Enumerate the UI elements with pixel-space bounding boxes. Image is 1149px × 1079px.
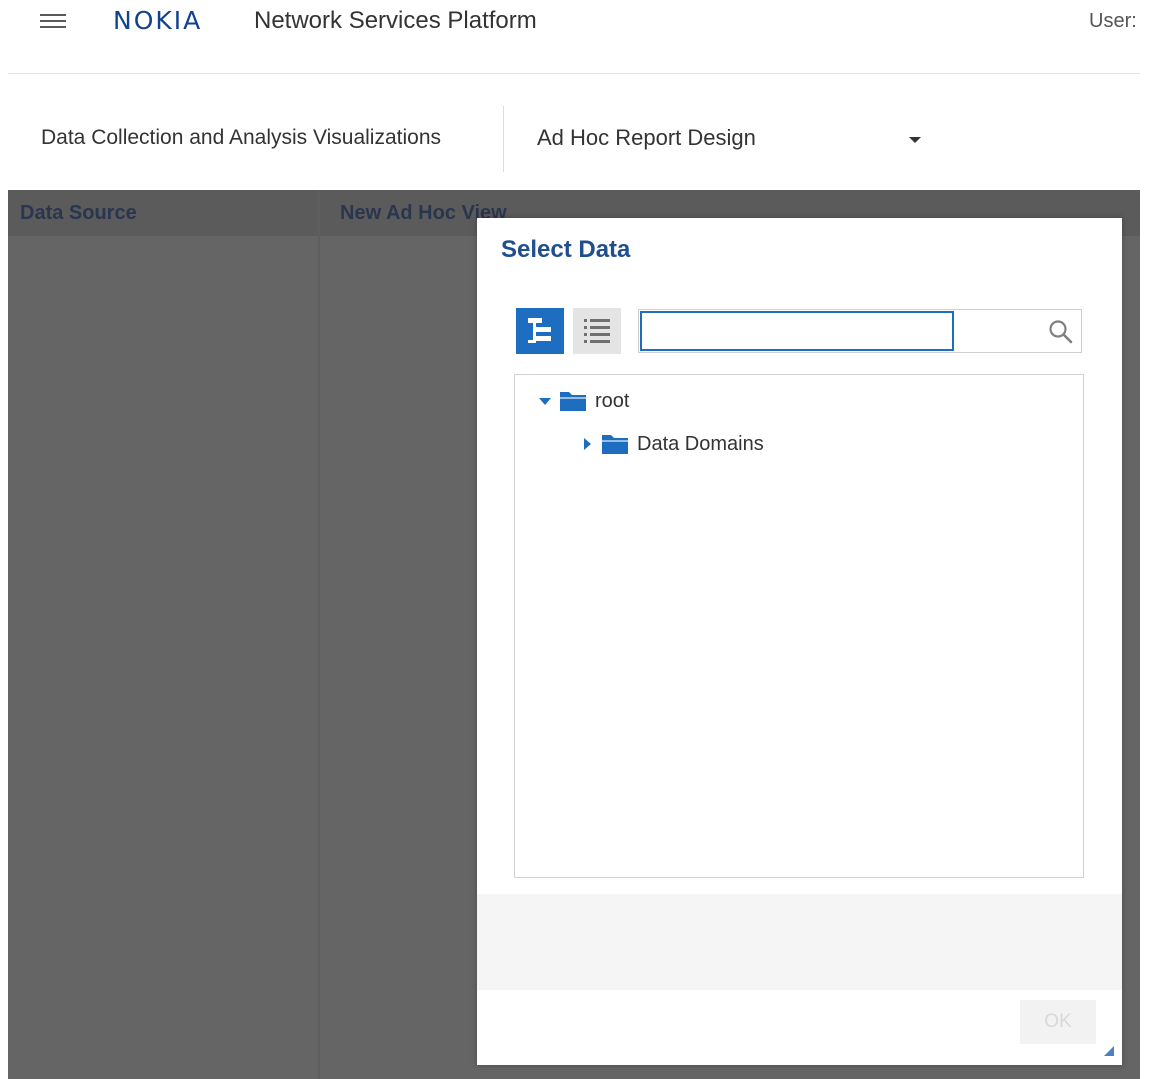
dialog-footer (477, 894, 1122, 990)
list-view-button[interactable] (573, 308, 621, 354)
report-type-value: Ad Hoc Report Design (537, 125, 756, 150)
page: NOKIA Network Services Platform User: Da… (0, 0, 1149, 1079)
chevron-down-icon (909, 137, 921, 143)
search-input[interactable] (640, 311, 954, 351)
folder-icon (602, 435, 628, 454)
tree-node-label: Data Domains (637, 433, 764, 455)
tree-view-button[interactable] (516, 308, 564, 354)
ok-button[interactable]: OK (1020, 1000, 1096, 1044)
top-bar: NOKIA Network Services Platform User: (0, 0, 1149, 42)
user-menu[interactable]: User: (1089, 8, 1149, 34)
section-title: Data Collection and Analysis Visualizati… (41, 126, 442, 149)
dialog-title: Select Data (501, 236, 631, 263)
data-source-panel-title: Data Source (20, 202, 137, 224)
folder-icon (560, 392, 586, 411)
select-data-dialog: Select Data root Data Domains OK (477, 218, 1122, 1065)
search-icon[interactable] (1047, 318, 1075, 346)
column-divider (318, 190, 320, 1079)
tree-node-label: root (595, 390, 630, 412)
subnav-divider (503, 106, 504, 172)
data-tree: root Data Domains (514, 374, 1084, 878)
resize-handle-icon[interactable] (1104, 1046, 1114, 1056)
collapse-toggle-icon[interactable] (579, 429, 595, 459)
tree-view-icon (528, 318, 551, 343)
header-divider (8, 73, 1140, 74)
list-view-icon (584, 319, 610, 343)
report-type-dropdown[interactable]: Ad Hoc Report Design (524, 112, 934, 164)
app-title: Network Services Platform (254, 7, 537, 34)
search-box (638, 309, 1082, 353)
expand-toggle-icon[interactable] (537, 386, 553, 416)
hamburger-menu-icon[interactable] (38, 11, 68, 33)
nokia-logo: NOKIA (113, 6, 203, 35)
